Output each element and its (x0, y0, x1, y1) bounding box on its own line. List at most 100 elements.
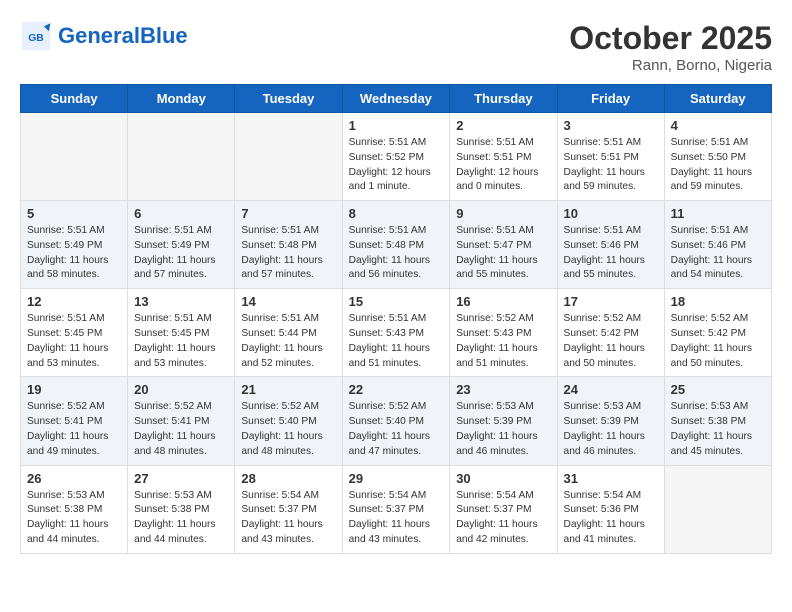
weekday-header-monday: Monday (128, 85, 235, 113)
day-info: Sunrise: 5:53 AM Sunset: 5:38 PM Dayligh… (27, 489, 121, 548)
calendar-day-8: 8Sunrise: 5:51 AM Sunset: 5:48 PM Daylig… (342, 201, 450, 289)
day-number: 27 (134, 471, 228, 486)
day-info: Sunrise: 5:52 AM Sunset: 5:40 PM Dayligh… (349, 400, 444, 459)
day-info: Sunrise: 5:54 AM Sunset: 5:36 PM Dayligh… (564, 489, 658, 548)
day-info: Sunrise: 5:51 AM Sunset: 5:44 PM Dayligh… (241, 312, 335, 371)
day-number: 24 (564, 382, 658, 397)
calendar-day-24: 24 Sunrise: 5:53 AM Sunset: 5:39 PM Dayli… (557, 377, 664, 465)
calendar-day-9: 9Sunrise: 5:51 AM Sunset: 5:47 PM Daylig… (450, 201, 557, 289)
calendar-day-13: 13 Sunrise: 5:51 AM Sunset: 5:45 PM Dayli… (128, 289, 235, 377)
calendar-day-20: 20 Sunrise: 5:52 AM Sunset: 5:41 PM Dayli… (128, 377, 235, 465)
day-info: Sunrise: 5:52 AM Sunset: 5:42 PM Dayligh… (671, 312, 765, 371)
calendar-day-1: 1 Sunrise: 5:51 AM Sunset: 5:52 PM Daylig… (342, 113, 450, 201)
day-number: 2 (456, 118, 550, 133)
day-info: Sunrise: 5:51 AM Sunset: 5:43 PM Dayligh… (349, 312, 444, 371)
day-info: Sunrise: 5:53 AM Sunset: 5:39 PM Dayligh… (456, 400, 550, 459)
day-info: Sunrise: 5:52 AM Sunset: 5:41 PM Dayligh… (27, 400, 121, 459)
day-number: 5 (27, 206, 121, 221)
day-info: Sunrise: 5:51 AM Sunset: 5:45 PM Dayligh… (27, 312, 121, 371)
weekday-header-thursday: Thursday (450, 85, 557, 113)
day-number: 17 (564, 294, 658, 309)
day-info: Sunrise: 5:51 AM Sunset: 5:46 PM Dayligh… (671, 224, 765, 283)
day-number: 28 (241, 471, 335, 486)
day-info: Sunrise: 5:53 AM Sunset: 5:38 PM Dayligh… (134, 489, 228, 548)
location: Rann, Borno, Nigeria (569, 57, 772, 74)
calendar-day-3: 3Sunrise: 5:51 AM Sunset: 5:51 PM Daylig… (557, 113, 664, 201)
day-info: Sunrise: 5:51 AM Sunset: 5:48 PM Dayligh… (241, 224, 335, 283)
calendar-day-2: 2 Sunrise: 5:51 AM Sunset: 5:51 PM Daylig… (450, 113, 557, 201)
logo-general: General (58, 23, 140, 48)
day-number: 23 (456, 382, 550, 397)
day-info: Sunrise: 5:53 AM Sunset: 5:38 PM Dayligh… (671, 400, 765, 459)
calendar-day-16: 16Sunrise: 5:52 AM Sunset: 5:43 PM Dayli… (450, 289, 557, 377)
day-info: Sunrise: 5:51 AM Sunset: 5:51 PM Dayligh… (456, 136, 550, 195)
day-number: 15 (349, 294, 444, 309)
page-header: GB GeneralBlue October 2025 Rann, Borno,… (20, 20, 772, 74)
day-number: 7 (241, 206, 335, 221)
month-year: October 2025 (569, 20, 772, 57)
day-info: Sunrise: 5:54 AM Sunset: 5:37 PM Dayligh… (456, 489, 550, 548)
calendar-day-12: 12 Sunrise: 5:51 AM Sunset: 5:45 PM Dayli… (21, 289, 128, 377)
weekday-header-sunday: Sunday (21, 85, 128, 113)
day-number: 20 (134, 382, 228, 397)
calendar-week-row: 19 Sunrise: 5:52 AM Sunset: 5:41 PM Dayli… (21, 377, 772, 465)
calendar-day-4: 4 Sunrise: 5:51 AM Sunset: 5:50 PM Daylig… (664, 113, 771, 201)
day-info: Sunrise: 5:51 AM Sunset: 5:49 PM Dayligh… (27, 224, 121, 283)
day-info: Sunrise: 5:51 AM Sunset: 5:48 PM Dayligh… (349, 224, 444, 283)
day-number: 21 (241, 382, 335, 397)
calendar-day-28: 28Sunrise: 5:54 AM Sunset: 5:37 PM Dayli… (235, 465, 342, 553)
calendar-day-27: 27 Sunrise: 5:53 AM Sunset: 5:38 PM Dayli… (128, 465, 235, 553)
weekday-header-wednesday: Wednesday (342, 85, 450, 113)
weekday-header-row: SundayMondayTuesdayWednesdayThursdayFrid… (21, 85, 772, 113)
calendar-day-11: 11 Sunrise: 5:51 AM Sunset: 5:46 PM Dayli… (664, 201, 771, 289)
calendar-day-6: 6 Sunrise: 5:51 AM Sunset: 5:49 PM Daylig… (128, 201, 235, 289)
day-number: 4 (671, 118, 765, 133)
day-number: 14 (241, 294, 335, 309)
day-info: Sunrise: 5:51 AM Sunset: 5:52 PM Dayligh… (349, 136, 444, 195)
calendar-day-31: 31 Sunrise: 5:54 AM Sunset: 5:36 PM Dayli… (557, 465, 664, 553)
day-number: 22 (349, 382, 444, 397)
day-number: 16 (456, 294, 550, 309)
logo-text: GeneralBlue (58, 25, 188, 47)
calendar-day-26: 26Sunrise: 5:53 AM Sunset: 5:38 PM Dayli… (21, 465, 128, 553)
logo: GB GeneralBlue (20, 20, 188, 52)
empty-cell (21, 113, 128, 201)
calendar-day-30: 30Sunrise: 5:54 AM Sunset: 5:37 PM Dayli… (450, 465, 557, 553)
weekday-header-saturday: Saturday (664, 85, 771, 113)
calendar-day-14: 14 Sunrise: 5:51 AM Sunset: 5:44 PM Dayli… (235, 289, 342, 377)
logo-blue: Blue (140, 23, 188, 48)
day-number: 18 (671, 294, 765, 309)
empty-cell (235, 113, 342, 201)
day-info: Sunrise: 5:51 AM Sunset: 5:45 PM Dayligh… (134, 312, 228, 371)
day-number: 12 (27, 294, 121, 309)
day-number: 19 (27, 382, 121, 397)
calendar-day-5: 5 Sunrise: 5:51 AM Sunset: 5:49 PM Daylig… (21, 201, 128, 289)
day-info: Sunrise: 5:54 AM Sunset: 5:37 PM Dayligh… (349, 489, 444, 548)
calendar-week-row: 5 Sunrise: 5:51 AM Sunset: 5:49 PM Daylig… (21, 201, 772, 289)
day-info: Sunrise: 5:51 AM Sunset: 5:50 PM Dayligh… (671, 136, 765, 195)
calendar-day-25: 25Sunrise: 5:53 AM Sunset: 5:38 PM Dayli… (664, 377, 771, 465)
day-number: 11 (671, 206, 765, 221)
day-number: 3 (564, 118, 658, 133)
calendar-day-19: 19 Sunrise: 5:52 AM Sunset: 5:41 PM Dayli… (21, 377, 128, 465)
day-info: Sunrise: 5:52 AM Sunset: 5:42 PM Dayligh… (564, 312, 658, 371)
weekday-header-friday: Friday (557, 85, 664, 113)
calendar-week-row: 12 Sunrise: 5:51 AM Sunset: 5:45 PM Dayli… (21, 289, 772, 377)
day-info: Sunrise: 5:52 AM Sunset: 5:41 PM Dayligh… (134, 400, 228, 459)
day-info: Sunrise: 5:51 AM Sunset: 5:49 PM Dayligh… (134, 224, 228, 283)
day-number: 31 (564, 471, 658, 486)
svg-text:GB: GB (28, 33, 44, 44)
calendar-week-row: 26Sunrise: 5:53 AM Sunset: 5:38 PM Dayli… (21, 465, 772, 553)
empty-cell (128, 113, 235, 201)
calendar-day-21: 21Sunrise: 5:52 AM Sunset: 5:40 PM Dayli… (235, 377, 342, 465)
day-number: 1 (349, 118, 444, 133)
empty-cell (664, 465, 771, 553)
weekday-header-tuesday: Tuesday (235, 85, 342, 113)
calendar-day-10: 10Sunrise: 5:51 AM Sunset: 5:46 PM Dayli… (557, 201, 664, 289)
day-number: 13 (134, 294, 228, 309)
calendar-day-23: 23 Sunrise: 5:53 AM Sunset: 5:39 PM Dayli… (450, 377, 557, 465)
calendar-day-18: 18 Sunrise: 5:52 AM Sunset: 5:42 PM Dayli… (664, 289, 771, 377)
day-info: Sunrise: 5:53 AM Sunset: 5:39 PM Dayligh… (564, 400, 658, 459)
day-number: 6 (134, 206, 228, 221)
calendar-table: SundayMondayTuesdayWednesdayThursdayFrid… (20, 84, 772, 554)
